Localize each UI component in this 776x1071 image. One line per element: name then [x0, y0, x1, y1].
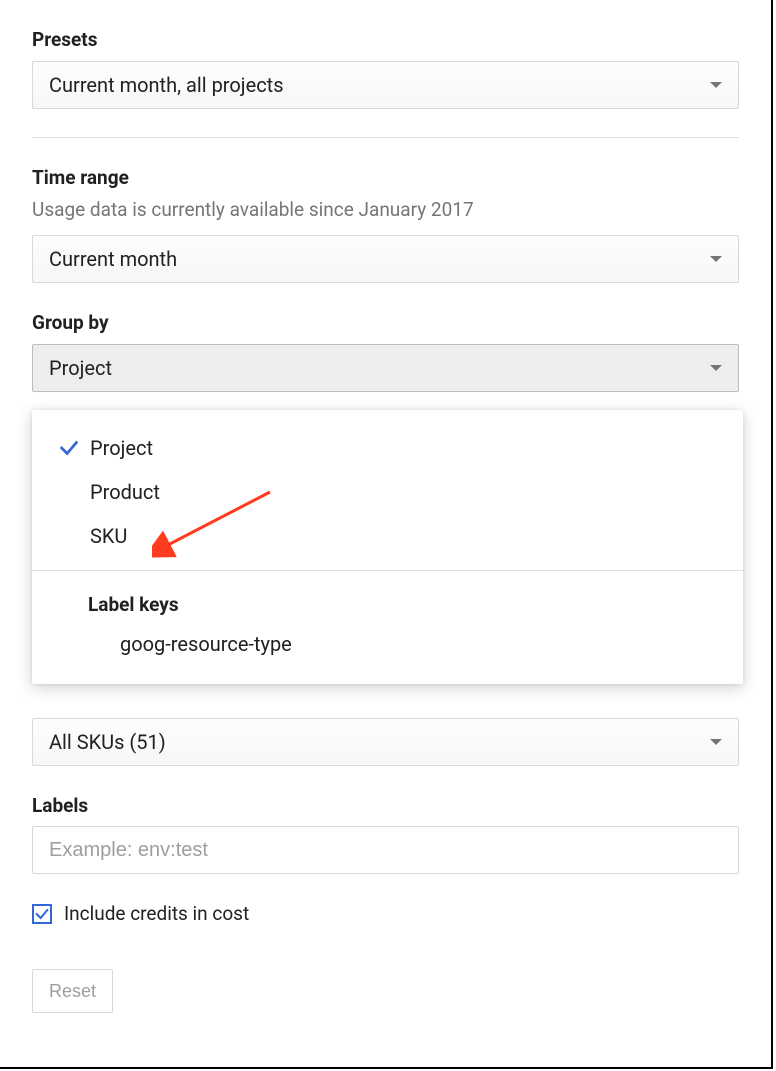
- chevron-down-icon: [710, 365, 722, 371]
- label-keys-header: Label keys: [32, 583, 743, 622]
- group-by-option-product[interactable]: Product: [32, 470, 743, 514]
- skus-select[interactable]: All SKUs (51): [32, 718, 739, 766]
- labels-label: Labels: [32, 794, 739, 819]
- include-credits-label: Include credits in cost: [64, 902, 249, 925]
- label-key-option[interactable]: goog-resource-type: [32, 622, 743, 666]
- include-credits-checkbox[interactable]: [32, 904, 52, 924]
- option-label: Product: [90, 480, 160, 504]
- label-key-option-text: goog-resource-type: [120, 632, 292, 656]
- chevron-down-icon: [710, 739, 722, 745]
- group-by-select-value: Project: [49, 356, 112, 380]
- chevron-down-icon: [710, 82, 722, 88]
- presets-section: Presets Current month, all projects: [32, 28, 739, 109]
- group-by-section: Group by Project: [32, 311, 739, 392]
- group-by-dropdown: Project Product SKU Label keys goog-reso…: [32, 410, 743, 684]
- reset-button-label: Reset: [49, 981, 96, 1002]
- time-range-select-value: Current month: [49, 247, 177, 271]
- reset-button[interactable]: Reset: [32, 969, 113, 1013]
- skus-section: All SKUs (51): [32, 718, 739, 766]
- labels-section: Labels: [32, 794, 739, 875]
- section-divider: [32, 137, 739, 138]
- check-icon: [34, 906, 50, 922]
- selected-check-icon: [56, 437, 82, 459]
- group-by-select[interactable]: Project: [32, 344, 739, 392]
- chevron-down-icon: [710, 256, 722, 262]
- skus-select-value: All SKUs (51): [49, 730, 166, 754]
- presets-select-value: Current month, all projects: [49, 73, 284, 97]
- option-label: Project: [90, 436, 153, 460]
- time-range-section: Time range Usage data is currently avail…: [32, 166, 739, 283]
- group-by-option-project[interactable]: Project: [32, 426, 743, 470]
- time-range-select[interactable]: Current month: [32, 235, 739, 283]
- labels-input[interactable]: [32, 826, 739, 874]
- dropdown-divider: [32, 570, 743, 571]
- option-label: SKU: [90, 524, 127, 548]
- include-credits-row[interactable]: Include credits in cost: [32, 902, 739, 925]
- group-by-option-sku[interactable]: SKU: [32, 514, 743, 558]
- time-range-label: Time range: [32, 166, 739, 191]
- group-by-label: Group by: [32, 311, 739, 336]
- presets-label: Presets: [32, 28, 739, 53]
- presets-select[interactable]: Current month, all projects: [32, 61, 739, 109]
- filter-panel: Presets Current month, all projects Time…: [0, 0, 773, 1069]
- time-range-sublabel: Usage data is currently available since …: [32, 198, 739, 223]
